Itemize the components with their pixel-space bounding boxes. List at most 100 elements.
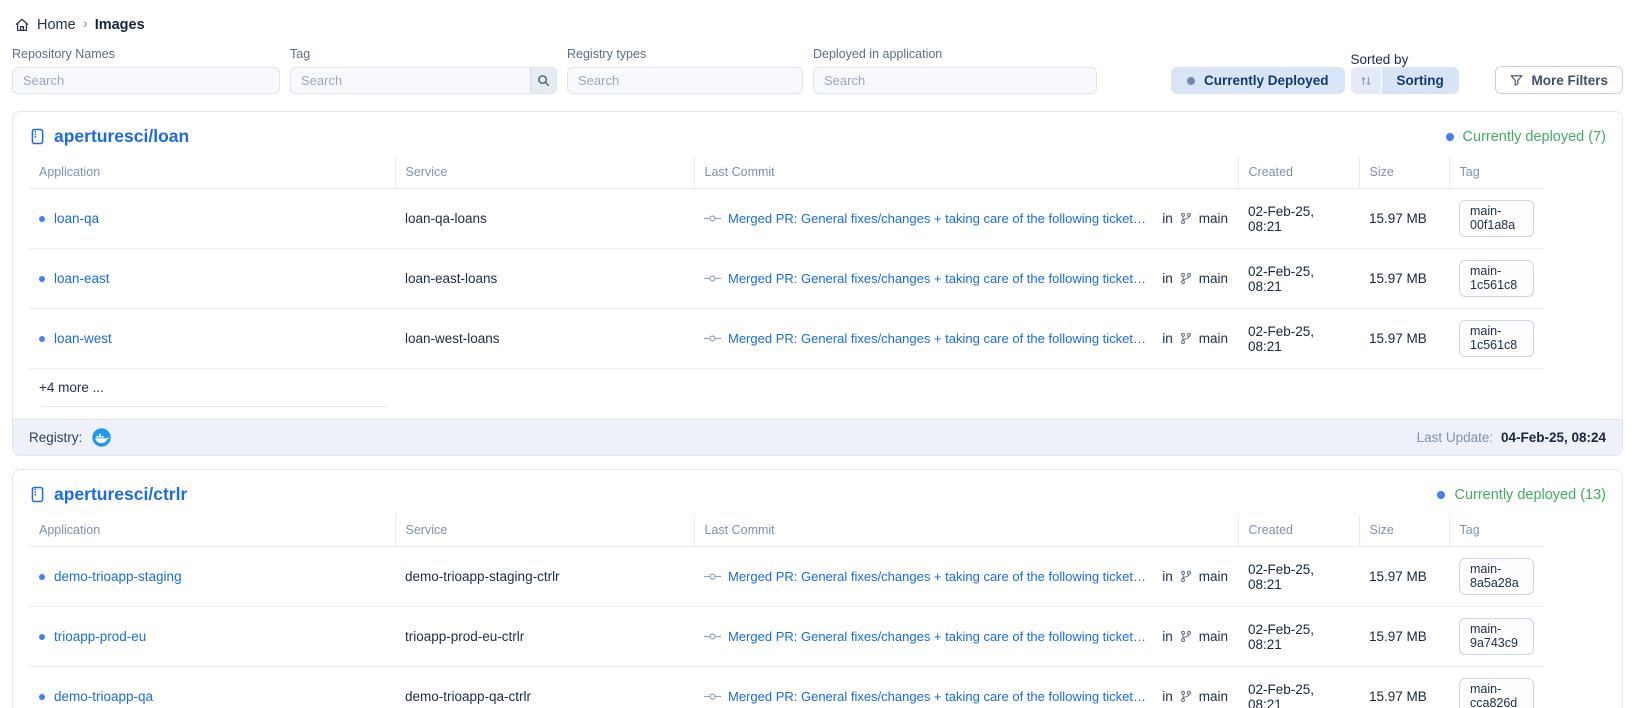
table-header-row: Application Service Last Commit Created …: [29, 157, 1544, 189]
created-value: 02-Feb-25, 08:21: [1248, 682, 1314, 708]
currently-deployed-filter-chip[interactable]: Currently Deployed: [1171, 67, 1345, 94]
repository-icon: [29, 486, 46, 503]
docker-registry-icon[interactable]: [91, 427, 112, 448]
deployed-dot-icon: [1437, 491, 1445, 499]
deployed-count-label: Currently deployed (7): [1463, 129, 1606, 145]
application-link[interactable]: loan-west: [54, 331, 112, 346]
branch-name: main: [1199, 271, 1228, 286]
search-icon: [537, 74, 550, 87]
sorting-control[interactable]: Sorting: [1351, 67, 1459, 94]
commit-icon: [704, 572, 721, 581]
more-filters-label: More Filters: [1531, 73, 1608, 88]
application-link[interactable]: loan-east: [54, 271, 110, 286]
commit-icon: [704, 214, 721, 223]
column-header-size: Size: [1359, 515, 1449, 547]
breadcrumb-current: Images: [95, 17, 145, 33]
last-update: Last Update: 04-Feb-25, 08:24: [1417, 430, 1606, 445]
tag-badge: main-1c561c8: [1459, 260, 1534, 297]
created-value: 02-Feb-25, 08:21: [1248, 264, 1314, 294]
currently-deployed-status: Currently deployed (7): [1446, 129, 1606, 145]
size-value: 15.97 MB: [1369, 331, 1427, 346]
created-value: 02-Feb-25, 08:21: [1248, 622, 1314, 652]
size-value: 15.97 MB: [1369, 271, 1427, 286]
commit-icon: [704, 692, 721, 701]
size-value: 15.97 MB: [1369, 629, 1427, 644]
table-header-row: Application Service Last Commit Created …: [29, 515, 1544, 547]
more-divider: [41, 406, 386, 407]
filter-tag: Tag: [290, 47, 557, 94]
tag-search-button[interactable]: [530, 67, 557, 94]
image-row: trioapp-prod-eu trioapp-prod-eu-ctrlr Me…: [29, 607, 1544, 667]
more-row: +4 more ...: [13, 369, 1622, 407]
sorting-dropdown[interactable]: Sorting: [1382, 67, 1459, 94]
application-link[interactable]: loan-qa: [54, 211, 99, 226]
commit-icon: [704, 274, 721, 283]
deployed-in-application-label: Deployed in application: [813, 47, 1097, 61]
application-link[interactable]: trioapp-prod-eu: [54, 629, 146, 644]
sort-arrows-icon: [1360, 75, 1372, 87]
more-filters-button[interactable]: More Filters: [1495, 66, 1623, 94]
branch-name: main: [1199, 211, 1228, 226]
commit-message-link[interactable]: Merged PR: General fixes/changes + takin…: [728, 211, 1152, 226]
commit-message-link[interactable]: Merged PR: General fixes/changes + takin…: [728, 689, 1152, 704]
column-header-last-commit: Last Commit: [694, 515, 1238, 547]
service-name: loan-east-loans: [405, 271, 497, 286]
images-table: Application Service Last Commit Created …: [29, 157, 1544, 369]
application-dot-icon: [39, 574, 45, 580]
git-branch-icon: [1180, 690, 1192, 703]
commit-message-link[interactable]: Merged PR: General fixes/changes + takin…: [728, 331, 1152, 346]
sort-direction-button[interactable]: [1351, 67, 1381, 94]
card-header: aperturesci/ctrlr Currently deployed (13…: [13, 470, 1622, 515]
currently-deployed-status: Currently deployed (13): [1437, 487, 1606, 503]
card-footer: Registry: Last Update:: [13, 419, 1622, 455]
deployed-in-application-input[interactable]: [813, 67, 1097, 94]
application-link[interactable]: demo-trioapp-qa: [54, 689, 153, 704]
repository-names-label: Repository Names: [12, 47, 280, 61]
repository-link[interactable]: aperturesci/ctrlr: [29, 484, 187, 505]
created-value: 02-Feb-25, 08:21: [1248, 562, 1314, 592]
git-branch-icon: [1180, 570, 1192, 583]
breadcrumb-home-label: Home: [37, 17, 76, 33]
commit-message-link[interactable]: Merged PR: General fixes/changes + takin…: [728, 629, 1152, 644]
git-branch-icon: [1180, 630, 1192, 643]
service-name: trioapp-prod-eu-ctrlr: [405, 629, 524, 644]
repository-names-input[interactable]: [12, 67, 280, 94]
registry-info: Registry:: [29, 427, 112, 448]
deployed-dot-icon: [1446, 133, 1454, 141]
card-header: aperturesci/loan Currently deployed (7): [13, 112, 1622, 157]
image-row: loan-qa loan-qa-loans Merged PR: General…: [29, 189, 1544, 249]
tag-input[interactable]: [290, 67, 530, 94]
in-label: in: [1162, 569, 1173, 584]
images-page: Home › Images Repository Names Tag: [0, 0, 1647, 708]
branch-name: main: [1199, 569, 1228, 584]
show-more-link[interactable]: +4 more ...: [39, 380, 104, 395]
commit-message-link[interactable]: Merged PR: General fixes/changes + takin…: [728, 271, 1152, 286]
application-dot-icon: [39, 694, 45, 700]
filter-repository-names: Repository Names: [12, 47, 280, 94]
breadcrumb-home-link[interactable]: Home: [14, 17, 76, 33]
column-header-size: Size: [1359, 157, 1449, 189]
column-header-tag: Tag: [1449, 157, 1544, 189]
repository-icon: [29, 128, 46, 145]
application-link[interactable]: demo-trioapp-staging: [54, 569, 182, 584]
in-label: in: [1162, 629, 1173, 644]
registry-types-label: Registry types: [567, 47, 803, 61]
size-value: 15.97 MB: [1369, 211, 1427, 226]
git-branch-icon: [1180, 332, 1192, 345]
commit-message-link[interactable]: Merged PR: General fixes/changes + takin…: [728, 569, 1152, 584]
repository-link[interactable]: aperturesci/loan: [29, 126, 189, 147]
cards: aperturesci/loan Currently deployed (7) …: [12, 111, 1623, 708]
branch-name: main: [1199, 331, 1228, 346]
created-value: 02-Feb-25, 08:21: [1248, 204, 1314, 234]
tag-badge: main-1c561c8: [1459, 320, 1534, 357]
in-label: in: [1162, 689, 1173, 704]
column-header-application: Application: [29, 515, 395, 547]
branch-name: main: [1199, 629, 1228, 644]
size-value: 15.97 MB: [1369, 689, 1427, 704]
column-header-tag: Tag: [1449, 515, 1544, 547]
sorting-group: Sorted by Sorting: [1351, 52, 1459, 94]
image-row: demo-trioapp-qa demo-trioapp-qa-ctrlr Me…: [29, 667, 1544, 708]
application-dot-icon: [39, 634, 45, 640]
registry-types-input[interactable]: [567, 67, 803, 94]
column-header-created: Created: [1238, 157, 1359, 189]
